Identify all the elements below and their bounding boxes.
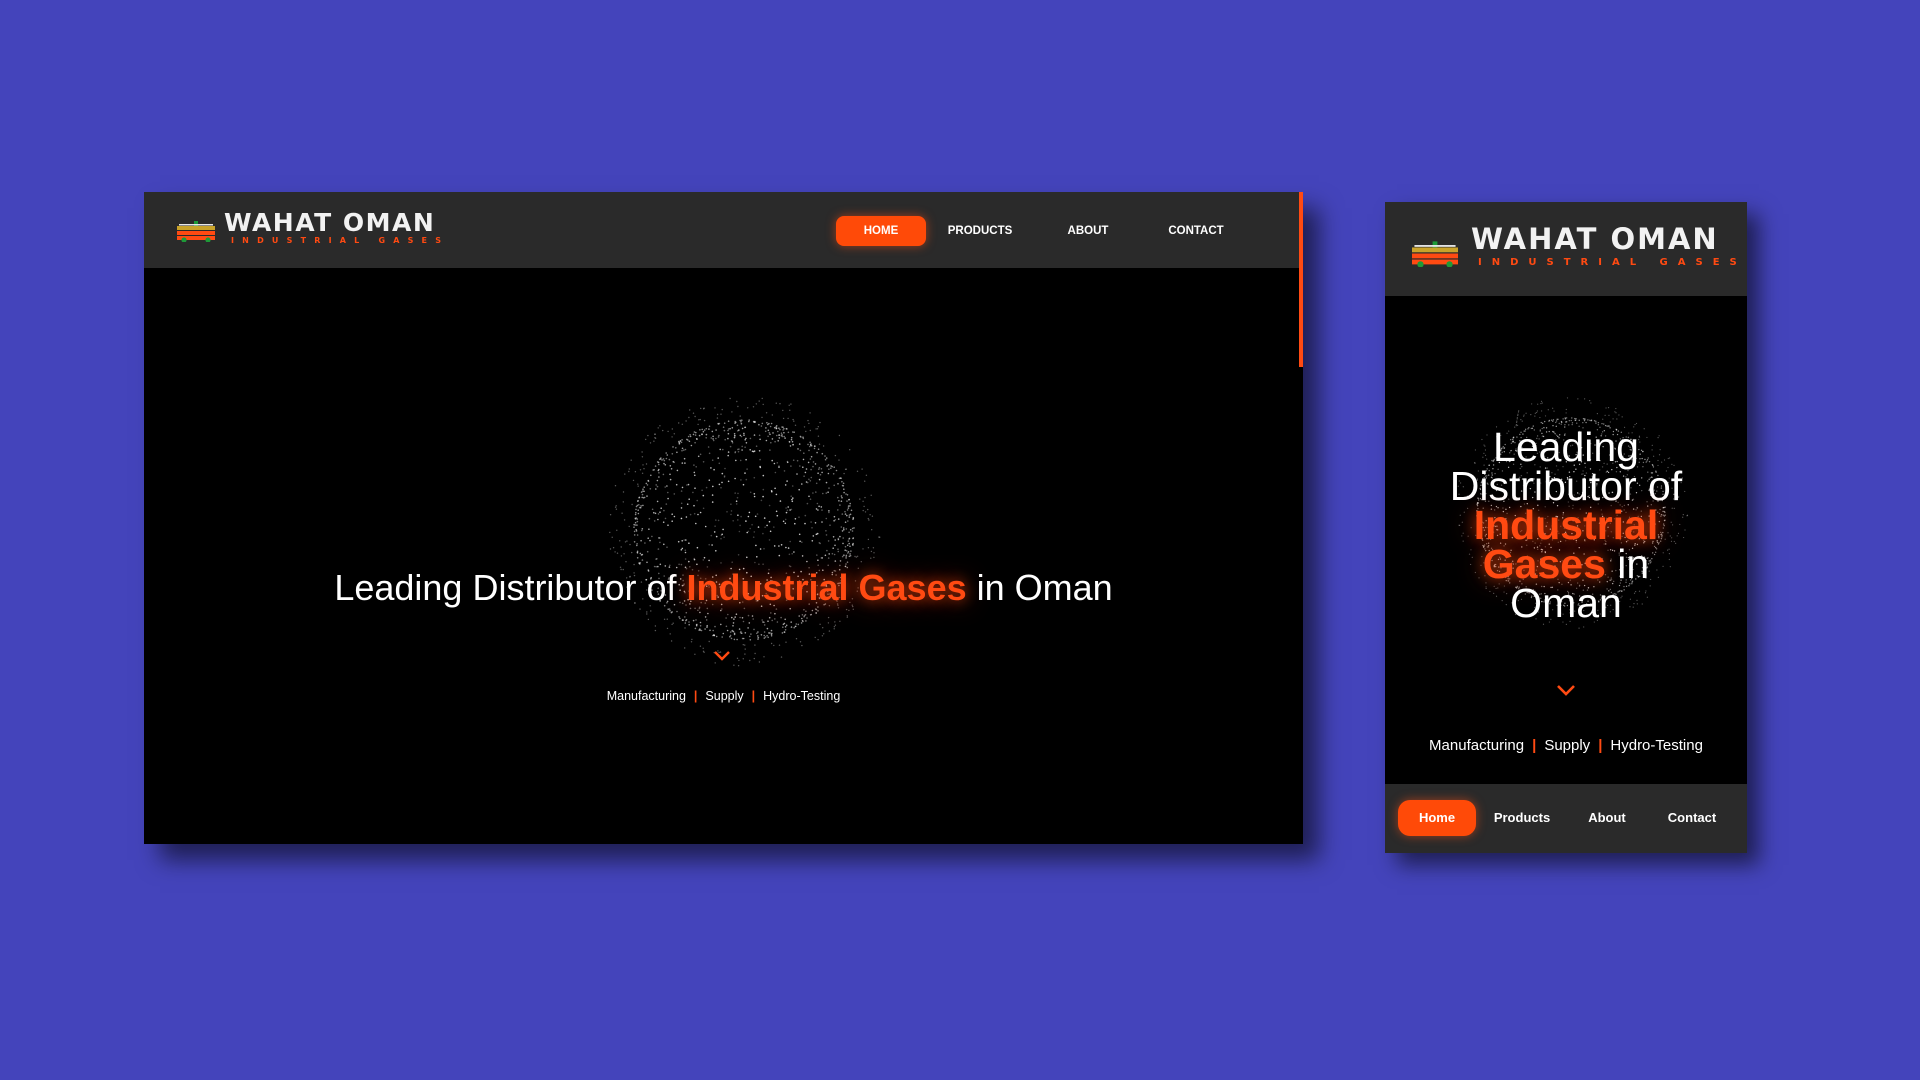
- gas-cylinders-logo-icon: [177, 221, 215, 242]
- mobile-mockup: WAHAT OMAN INDUSTRIAL GASES Leading Dist…: [1385, 202, 1747, 853]
- mobile-bottom-nav: Home Products About Contact: [1385, 784, 1747, 853]
- headline-accent: Industrial Gases: [686, 567, 967, 608]
- desktop-mockup: WAHAT OMAN INDUSTRIAL GASES HOME PRODUCT…: [144, 192, 1303, 844]
- brand-tagline: INDUSTRIAL GASES: [231, 236, 450, 245]
- mobile-header: WAHAT OMAN INDUSTRIAL GASES: [1385, 202, 1747, 296]
- nav-about[interactable]: About: [1568, 800, 1646, 836]
- headline-accent: Industrial: [1473, 502, 1659, 548]
- gas-cylinders-logo-icon: [1412, 241, 1458, 267]
- service-item: Supply: [1544, 737, 1591, 754]
- chevron-down-icon[interactable]: [1556, 684, 1576, 696]
- headline-text: Leading Distributor of: [334, 567, 687, 608]
- services-list: Manufacturing | Supply | Hydro-Testing: [1385, 738, 1747, 753]
- service-item: Manufacturing: [1429, 737, 1525, 754]
- brand-name[interactable]: WAHAT OMAN: [1471, 225, 1719, 254]
- separator: |: [751, 689, 756, 703]
- nav-home[interactable]: HOME: [836, 216, 926, 246]
- service-item: Manufacturing: [606, 689, 686, 703]
- brand-tagline: INDUSTRIAL GASES: [1478, 257, 1747, 268]
- nav-products[interactable]: Products: [1483, 800, 1561, 836]
- hero-section: Leading Distributor of Industrial Gases …: [144, 268, 1303, 844]
- nav-products[interactable]: PRODUCTS: [926, 216, 1034, 246]
- nav-contact[interactable]: Contact: [1653, 800, 1731, 836]
- nav-about[interactable]: ABOUT: [1034, 216, 1142, 246]
- separator: |: [1532, 737, 1537, 754]
- headline-line: Leading: [1493, 424, 1639, 470]
- hero-headline: Leading Distributor of Industrial Gases …: [144, 570, 1303, 606]
- headline-text-end: in Oman: [966, 567, 1113, 608]
- site-header: WAHAT OMAN INDUSTRIAL GASES HOME PRODUCT…: [144, 192, 1303, 268]
- service-item: Hydro-Testing: [1610, 737, 1703, 754]
- hero-headline: Leading Distributor of Industrial Gases …: [1385, 424, 1747, 626]
- nav-home[interactable]: Home: [1398, 800, 1476, 836]
- headline-line: Oman: [1510, 580, 1622, 626]
- service-item: Hydro-Testing: [763, 689, 841, 703]
- chevron-down-icon[interactable]: [713, 650, 731, 662]
- brand-name[interactable]: WAHAT OMAN: [224, 210, 435, 235]
- separator: |: [693, 689, 698, 703]
- service-item: Supply: [705, 689, 744, 703]
- main-nav: HOME PRODUCTS ABOUT CONTACT: [836, 216, 1250, 246]
- nav-contact[interactable]: CONTACT: [1142, 216, 1250, 246]
- services-list: Manufacturing | Supply | Hydro-Testing: [144, 690, 1303, 703]
- separator: |: [1598, 737, 1603, 754]
- headline-line: Distributor of: [1449, 463, 1683, 509]
- particle-globe-graphic: [609, 397, 881, 667]
